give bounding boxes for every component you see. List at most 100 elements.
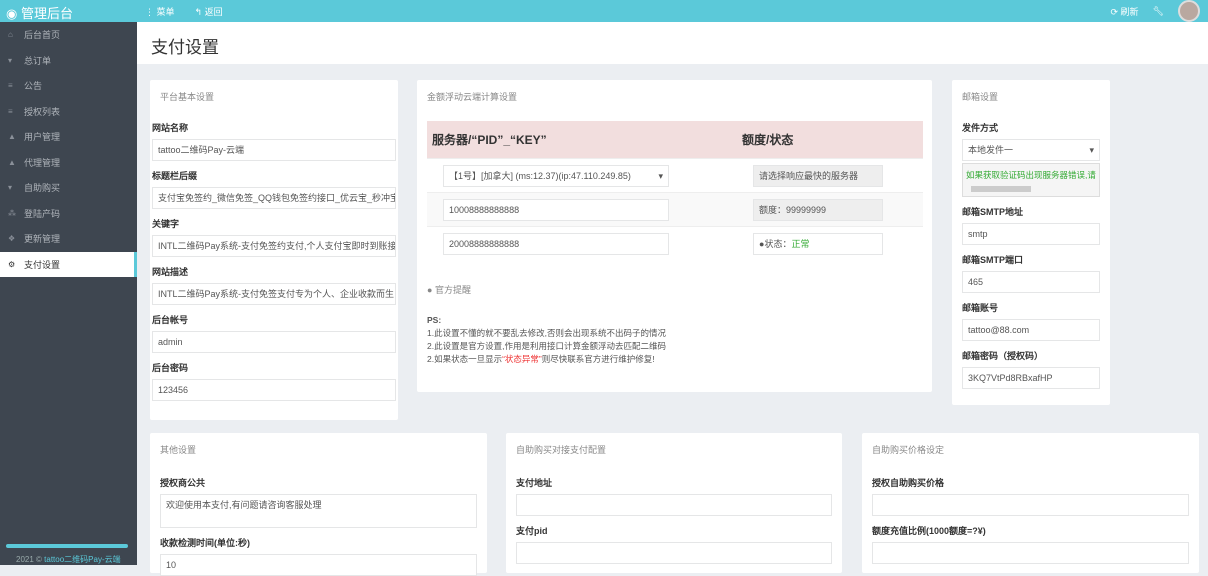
back-button[interactable]: ↰ 返回 [195,7,233,17]
col-header: 额度/状态 [737,121,923,159]
sidebar-item-label: 支付设置 [24,259,61,270]
quota-display: 额度：99999999 [753,198,883,221]
port-input[interactable]: 465 [962,271,1100,293]
pay-pid-input[interactable] [516,542,832,564]
status-display: ●状态：正常 [753,232,883,255]
check-interval-input[interactable]: 10 [160,554,477,576]
cart-icon: ▾ [8,55,13,65]
horizontal-scrollbar [971,186,1031,192]
wrench-icon[interactable]: 🔧︎ [1153,6,1164,17]
sidebar-item[interactable]: ❖ 更新管理 [0,226,137,252]
mail-hint-box[interactable]: 如果获取验证码出现服务器错误,请 [962,163,1100,197]
sidebar-item-label: 用户管理 [24,132,61,143]
list-icon: ≡ [8,106,13,116]
field-label: 支付pid [516,526,548,536]
menu-button[interactable]: ⋮ 菜单 [145,7,185,17]
home-icon: ⌂ [8,30,13,40]
brand[interactable]: ◉ 管理后台 [6,3,73,22]
other-settings-card: 其他设置 授权商公共 欢迎使用本支付,有问题请咨询客服处理 收款检测时间(单位:… [150,433,487,576]
sidebar-item[interactable]: ▾ 自助购买 [0,175,137,201]
avatar[interactable] [1178,0,1200,22]
field-label: 后台帐号 [152,315,189,325]
page-header: 支付设置 [137,22,1208,64]
account-input[interactable]: tattoo@88.com [962,319,1100,341]
field-label: 关键字 [152,219,180,229]
card-title: 自助购买对接支付配置 [516,445,607,455]
field-label: 发件方式 [962,123,999,133]
field-label: 邮箱SMTP端口 [962,255,1024,265]
sidebar-item-label: 登陆产码 [24,208,61,219]
sidebar-item-label: 总订单 [24,55,52,66]
user-icon: ▲ [8,132,16,142]
globe-icon: ● [427,284,433,295]
notice-textarea[interactable]: 欢迎使用本支付,有问题请咨询客服处理 [160,494,477,528]
cubes-icon: ❖ [8,234,16,244]
server-select[interactable]: 【1号】[加拿大] (ms:12.37)(ip:47.110.249.85) ▾ [443,164,669,187]
sidebar-item-label: 授权列表 [24,106,61,117]
footer-link[interactable]: tattoo二维码Pay-云端 [44,555,120,564]
field-input[interactable]: tattoo二维码Pay-云端 [152,139,396,161]
cloud-settings-card: 金额浮动云端计算设置 服务器/“PID”_“KEY” 额度/状态 【1号】[加拿大… [417,80,932,392]
sidebar: ⌂ 后台首页 ▾ 总订单 ≡ 公告 ≡ 授权列表 ▲ 用户管理 ▲ 代理管理 ▾ 自助购买 ⁂ 登陆产码 ❖ 更新… [0,22,137,565]
sidebar-item[interactable]: ▾ 总订单 [0,48,137,74]
user-icon: ▲ [8,157,16,167]
mail-settings-card: 邮箱设置 发件方式 本地发件一 ▾ 如果获取验证码出现服务器错误,请 邮箱SMTP… [952,80,1110,405]
field-label: 支付地址 [516,478,553,488]
ps-line: 1.此设置不懂的就不要乱去修改,否则会出现系统不出码子的情况 [427,327,666,338]
field-label: 邮箱密码（授权码） [962,351,1044,361]
sidebar-item[interactable]: ≡ 公告 [0,73,137,99]
key-input[interactable]: 20008888888888 [443,232,669,255]
price-input[interactable] [872,494,1189,516]
cart-icon: ▾ [8,183,13,193]
field-label: 授权商公共 [160,478,206,488]
sidebar-item-label: 代理管理 [24,157,61,168]
field-label: 收款检测时间(单位:秒) [160,538,250,548]
server-hint: 请选择响应最快的服务器 [753,164,883,187]
card-title: 邮箱设置 [962,92,999,102]
sitemap-icon: ⁂ [8,208,16,218]
card-title: 自助购买价格设定 [872,445,945,455]
brand-title: 管理后台 [20,6,73,21]
sidebar-item-label: 更新管理 [24,234,61,245]
pay-url-input[interactable] [516,494,832,516]
field-label: 额度充值比例(1000额度=?¥) [872,526,986,536]
sidebar-item[interactable]: ▲ 用户管理 [0,124,137,150]
ps-label: PS: [427,314,442,325]
sidebar-scrollbar[interactable] [6,544,128,548]
field-input[interactable]: 支付宝免签约_微信免签_QQ钱包免签约接口_优云宝_秒冲宝 [152,187,396,209]
list-icon: ≡ [8,81,13,91]
field-label: 邮箱账号 [962,303,999,313]
price-card: 自助购买价格设定 授权自助购买价格 额度充值比例(1000额度=?¥) [862,433,1199,573]
ps-line: 2.如果状态一旦显示“状态异常”则尽快联系官方进行维护修复! [427,353,655,364]
cogs-icon: ⚙ [8,259,16,269]
basic-settings-card: 平台基本设置 网站名称 tattoo二维码Pay-云端 标题栏后缀 支付宝免签约_微信… [150,80,398,420]
card-title: 金额浮动云端计算设置 [427,92,518,102]
top-bar: ◉ 管理后台 ⋮ 菜单 ↰ 返回 ⟳ 刷新 🔧︎ [0,0,1208,22]
pid-input[interactable]: 10008888888888 [443,198,669,221]
status-badge: 正常 [791,238,810,249]
sidebar-item-label: 自助购买 [24,183,61,194]
server-table: 服务器/“PID”_“KEY” 额度/状态 【1号】[加拿大] (ms:12.37… [427,121,923,261]
selfpay-card: 自助购买对接支付配置 支付地址 支付pid [506,433,842,573]
field-label: 后台密码 [152,363,189,373]
ratio-input[interactable] [872,542,1189,564]
page-title: 支付设置 [151,38,219,57]
sidebar-item[interactable]: ≡ 授权列表 [0,99,137,125]
field-label: 标题栏后缀 [152,171,198,181]
sidebar-item[interactable]: ▲ 代理管理 [0,150,137,176]
field-input[interactable]: admin [152,331,396,353]
field-input[interactable]: INTL二维码Pay系统-支付免签约支付,个人支付宝即时到账接口 [152,235,396,257]
card-title: 其他设置 [160,445,197,455]
smtp-input[interactable]: smtp [962,223,1100,245]
refresh-button[interactable]: ⟳ 刷新 [1111,5,1139,18]
field-label: 授权自助购买价格 [872,478,945,488]
sidebar-item[interactable]: ⁂ 登陆产码 [0,201,137,227]
password-input[interactable]: 3KQ7VtPd8RBxafHP [962,367,1100,389]
method-select[interactable]: 本地发件一 ▾ [962,139,1100,161]
field-input[interactable]: INTL二维码Pay系统-支付免签支付专为个人、企业收款而生 [152,283,396,305]
footer: 2021 © tattoo二维码Pay-云端 [16,555,121,564]
sidebar-item[interactable]: ⚙ 支付设置 [0,251,137,277]
field-label: 网站名称 [152,123,189,133]
field-input[interactable]: 123456 [152,379,396,401]
sidebar-item[interactable]: ⌂ 后台首页 [0,22,137,48]
